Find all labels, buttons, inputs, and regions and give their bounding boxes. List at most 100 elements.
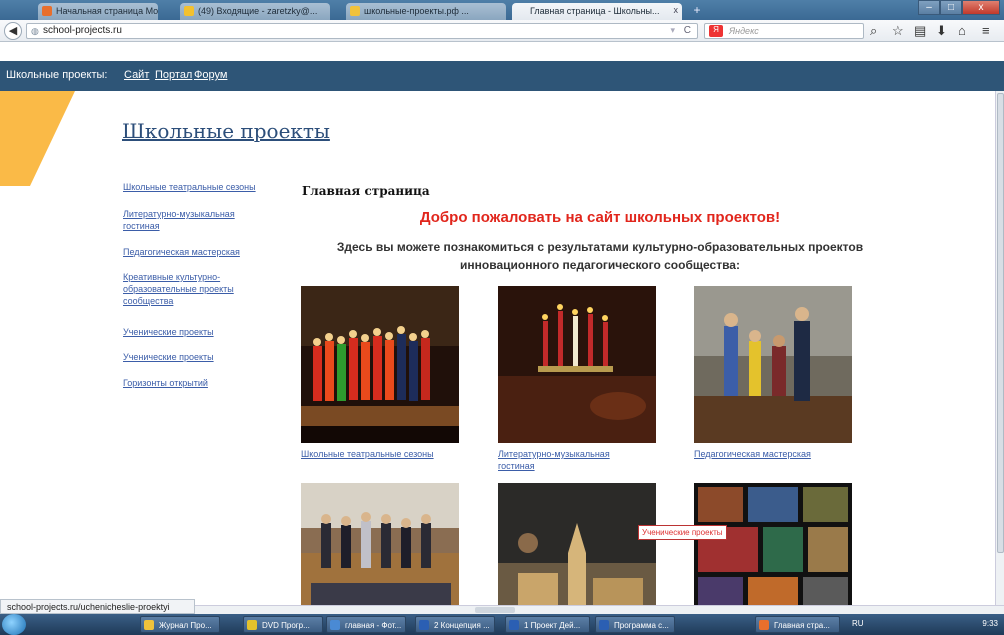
taskbar-item-label: Главная стра...	[774, 621, 830, 630]
gallery-caption-classroom[interactable]: Педагогическая мастерская	[694, 448, 854, 460]
site-nav-bar: Школьные проекты: Сайт Портал Форум	[0, 61, 1004, 91]
vertical-scroll-thumb[interactable]	[997, 93, 1004, 553]
start-button[interactable]	[2, 614, 26, 635]
system-tray: RU 9:33	[844, 614, 1004, 635]
page-top-strip	[0, 42, 1004, 61]
status-url: school-projects.ru/uchenicheslie-proekty…	[0, 599, 195, 614]
vertical-scrollbar[interactable]	[995, 91, 1004, 605]
gallery-image-collage[interactable]	[694, 483, 852, 605]
page-heading: Главная страница	[302, 184, 430, 198]
taskbar-item-5[interactable]: 1 Проект Дей...	[505, 616, 590, 633]
tab-label: Главная страница - Школьны...	[530, 6, 660, 16]
horizontal-scrollbar[interactable]	[195, 605, 1004, 614]
gallery-image-candles[interactable]	[498, 286, 656, 443]
gallery-image-theatre[interactable]	[301, 286, 459, 443]
intro-text: Здесь вы можете познакомиться с результа…	[336, 240, 864, 272]
clock[interactable]: 9:33	[982, 619, 998, 628]
taskbar-item-4[interactable]: 2 Концепция ...	[415, 616, 495, 633]
sidebar-item-horizons[interactable]: Горизонты открытий	[123, 377, 273, 389]
close-tab-icon[interactable]: x	[674, 5, 679, 15]
globe-icon: ◍	[31, 26, 39, 36]
welcome-text: Добро пожаловать на сайт школьных проект…	[419, 209, 781, 226]
close-window-button[interactable]: x	[962, 0, 1000, 15]
taskbar-item-6[interactable]: Программа с...	[595, 616, 675, 633]
maximize-button[interactable]: □	[940, 0, 962, 15]
tab-label: школьные-проекты.рф ...	[364, 6, 469, 16]
bookmark-star-icon[interactable]: ☆	[892, 23, 904, 39]
sidebar-item-student-projects[interactable]: Ученические проекты	[123, 326, 273, 338]
browser-tab-2[interactable]: (49) Входящие - zaretzky@...	[180, 3, 330, 20]
decorative-orange-shape	[0, 91, 75, 186]
taskbar-item-2[interactable]: DVD Прогр...	[243, 616, 323, 633]
taskbar-item-label: Программа с...	[614, 621, 669, 630]
candles-scene	[498, 286, 656, 443]
app-icon	[247, 620, 257, 630]
reload-icon[interactable]: C	[684, 25, 691, 36]
hover-tooltip: Ученические проекты	[638, 525, 727, 540]
url-text: school-projects.ru	[43, 25, 122, 36]
taskbar-item-1[interactable]: Журнал Про...	[140, 616, 220, 633]
site-nav-label: Школьные проекты:	[6, 69, 108, 81]
sidebar-item-theatre[interactable]: Школьные театральные сезоны	[123, 181, 273, 193]
dropdown-arrow-icon[interactable]: ▾	[670, 25, 675, 36]
horizontal-scroll-thumb[interactable]	[475, 607, 515, 613]
sidebar-item-literary[interactable]: Литературно-музыкальная гостиная	[123, 208, 253, 232]
browser-tab-3[interactable]: школьные-проекты.рф ...	[346, 3, 506, 20]
app-icon	[330, 620, 340, 630]
site-nav-link-forum[interactable]: Форум	[194, 69, 227, 81]
taskbar-item-label: 2 Концепция ...	[434, 621, 490, 630]
home-icon[interactable]: ⌂	[958, 23, 966, 38]
collage-scene	[694, 483, 852, 605]
gallery-image-hall[interactable]	[301, 483, 459, 605]
address-bar[interactable]: ◍ school-projects.ru ▾ C	[26, 23, 698, 39]
bookmarks-list-icon[interactable]: ▤	[914, 23, 926, 39]
hall-scene	[301, 483, 459, 605]
firefox-icon	[759, 620, 769, 630]
taskbar-item-label: главная - Фот...	[345, 621, 402, 630]
browser-titlebar: Начальная страница Моz... (49) Входящие …	[0, 0, 1004, 20]
search-placeholder: Яндекс	[729, 26, 759, 36]
browser-tab-active[interactable]: Главная страница - Школьны... x	[512, 3, 682, 20]
mail-icon	[184, 6, 194, 16]
app-icon	[144, 620, 154, 630]
window-controls: – □ x	[918, 0, 1000, 15]
browser-tab-1[interactable]: Начальная страница Моz...	[38, 3, 158, 20]
yandex-search-icon: Я	[709, 25, 723, 37]
site-nav-link-portal[interactable]: Портал	[155, 69, 192, 81]
gallery-caption-candles[interactable]: Литературно-музыкальная гостиная	[498, 448, 638, 472]
word-icon	[599, 620, 609, 630]
gallery-image-classroom[interactable]	[694, 286, 852, 443]
site-title[interactable]: Школьные проекты	[122, 119, 330, 143]
models-scene	[498, 483, 656, 605]
windows-taskbar: Журнал Про... DVD Прогр... главная - Фот…	[0, 614, 1004, 635]
site-nav-link-site[interactable]: Сайт	[124, 69, 149, 81]
sidebar-item-creative[interactable]: Креативные культурно-образовательные про…	[123, 271, 253, 307]
gallery-image-models[interactable]	[498, 483, 656, 605]
gallery-caption-theatre[interactable]: Школьные театральные сезоны	[301, 448, 461, 460]
page-content: Школьные проекты Школьные театральные се…	[0, 91, 1004, 605]
sidebar-item-pedagogical[interactable]: Педагогическая мастерская	[123, 246, 273, 258]
tab-label: Начальная страница Моz...	[56, 6, 158, 16]
taskbar-item-3[interactable]: главная - Фот...	[326, 616, 406, 633]
search-input[interactable]: Я Яндекс	[704, 23, 864, 39]
firefox-icon	[42, 6, 52, 16]
navigation-bar: ◀ ◍ school-projects.ru ▾ C Я Яндекс ⌕ ☆ …	[0, 20, 1004, 42]
menu-icon[interactable]: ≡	[982, 23, 990, 38]
tab-label: (49) Входящие - zaretzky@...	[198, 6, 318, 16]
minimize-button[interactable]: –	[918, 0, 940, 15]
taskbar-item-7[interactable]: Главная стра...	[755, 616, 840, 633]
taskbar-item-label: Журнал Про...	[159, 621, 212, 630]
back-button[interactable]: ◀	[4, 22, 22, 40]
taskbar-item-label: 1 Проект Дей...	[524, 621, 581, 630]
search-icon[interactable]: ⌕	[870, 23, 877, 39]
yandex-icon	[350, 6, 360, 16]
word-icon	[419, 620, 429, 630]
theatre-scene	[301, 286, 459, 443]
new-tab-button[interactable]: +	[686, 3, 708, 19]
language-indicator[interactable]: RU	[852, 619, 864, 628]
classroom-scene	[694, 286, 852, 443]
word-icon	[509, 620, 519, 630]
taskbar-item-label: DVD Прогр...	[262, 621, 310, 630]
sidebar-item-student-projects-2[interactable]: Ученические проекты	[123, 351, 273, 363]
download-icon[interactable]: ⬇	[936, 23, 947, 39]
